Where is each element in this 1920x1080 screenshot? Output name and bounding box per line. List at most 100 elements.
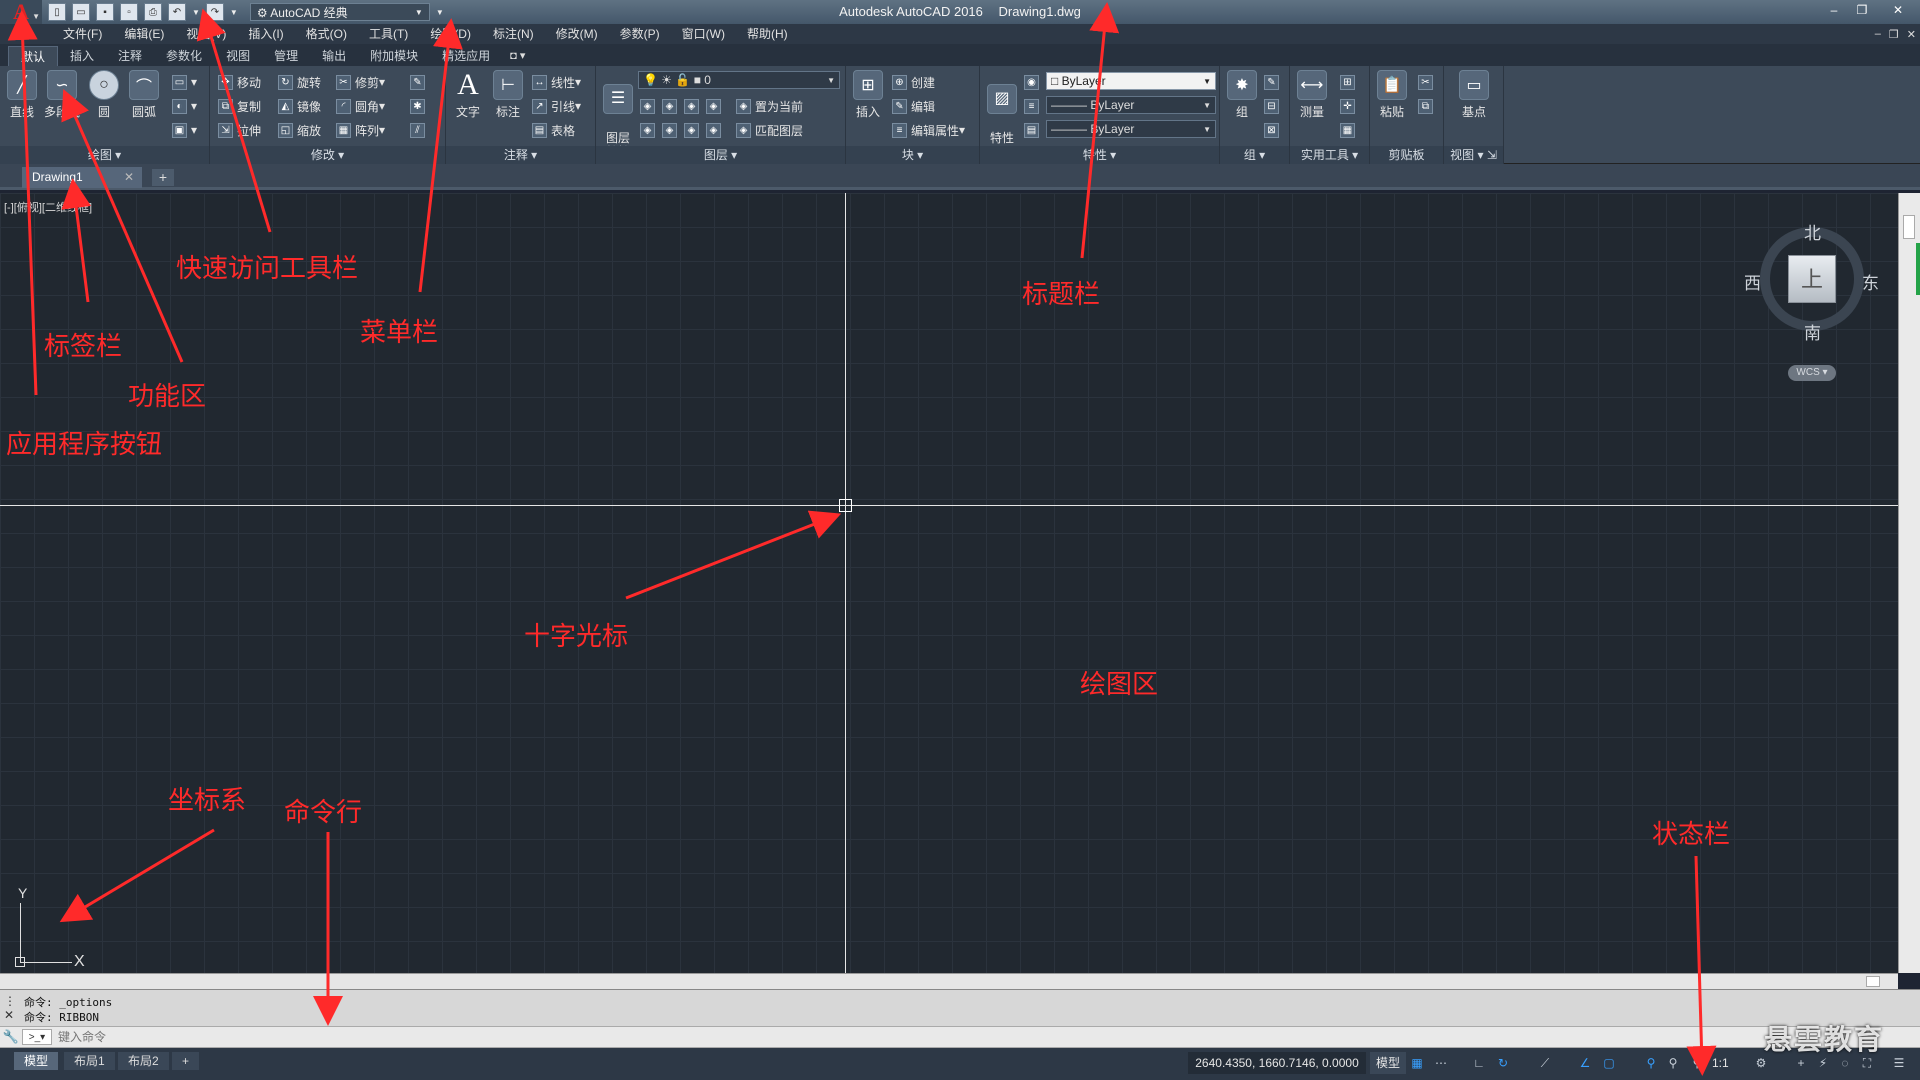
region-button[interactable]: ▣ ▾ (172, 120, 197, 140)
close-button[interactable]: ✕ (1876, 0, 1920, 20)
new-tab-button[interactable]: + (152, 169, 174, 186)
horizontal-scroll-thumb[interactable] (1866, 976, 1880, 987)
transparency-icon-button[interactable]: ▤ (1024, 120, 1043, 140)
object-snap-tracking-icon[interactable]: ∠ (1576, 1054, 1594, 1072)
compass-north[interactable]: 北 (1804, 219, 1821, 244)
compass-east[interactable]: 东 (1862, 269, 1879, 294)
hatch-button[interactable]: ◐ ▾ (172, 96, 197, 116)
circle-button[interactable]: ○ 圆 (84, 70, 124, 120)
horizontal-scrollbar[interactable] (0, 973, 1898, 989)
layer-tool-6[interactable]: ◈ (662, 120, 681, 140)
close-icon[interactable]: ✕ (124, 167, 134, 188)
match-layer-button[interactable]: ◈ 匹配图层 (736, 120, 803, 140)
open-icon[interactable]: ▭ (72, 3, 90, 21)
tab-insert[interactable]: 插入 (58, 46, 106, 66)
layer-tool-7[interactable]: ◈ (684, 120, 703, 140)
layer-tool-8[interactable]: ◈ (706, 120, 725, 140)
annotation-scale-icon[interactable]: ⚲ (1688, 1054, 1706, 1072)
create-block-button[interactable]: ⊕ 创建 (892, 72, 935, 92)
layer-tool-3[interactable]: ◈ (684, 96, 703, 116)
line-button[interactable]: ╱ 直线 (2, 70, 42, 120)
object-snap-icon[interactable]: ▢ (1600, 1054, 1618, 1072)
saveas-icon[interactable]: ▫ (120, 3, 138, 21)
menu-help[interactable]: 帮助(H) (736, 24, 799, 44)
workspace-select[interactable]: ⚙ AutoCAD 经典 ▼ (249, 3, 430, 21)
edit-attributes-button[interactable]: ≡ 编辑属性 ▾ (892, 120, 965, 140)
undo-dropdown-icon[interactable]: ▼ (192, 8, 200, 17)
panel-groups-label[interactable]: 组 ▾ (1220, 146, 1289, 164)
fillet-button[interactable]: ◜ 圆角 ▾ (336, 96, 385, 116)
move-button[interactable]: ✥ 移动 (218, 72, 261, 92)
tab-output[interactable]: 输出 (310, 46, 358, 66)
layer-tool-2[interactable]: ◈ (662, 96, 681, 116)
grid-icon[interactable]: ▦ (1408, 1054, 1426, 1072)
paste-button[interactable]: 📋 粘贴 (1372, 70, 1412, 120)
dimension-button[interactable]: ⊢ 标注 (488, 70, 528, 120)
annotation-visibility-icon[interactable]: ⚲ (1642, 1054, 1660, 1072)
ungroup-button[interactable]: ⊟ (1264, 96, 1283, 116)
print-icon[interactable]: ⎙ (144, 3, 162, 21)
edit-block-button[interactable]: ✎ 编辑 (892, 96, 935, 116)
command-input[interactable] (58, 1030, 1558, 1044)
annotation-scale-value[interactable]: 1:1 (1712, 1052, 1729, 1074)
text-button[interactable]: A 文字 (448, 68, 488, 120)
viewport-controls[interactable]: [-][俯视][二维线框] (4, 199, 92, 215)
close-icon[interactable]: ⋮ ✕ (4, 994, 18, 1024)
menu-format[interactable]: 格式(O) (295, 24, 358, 44)
menu-draw[interactable]: 绘图(D) (419, 24, 482, 44)
isodraft-icon[interactable]: ⟋ (1536, 1054, 1554, 1072)
arc-button[interactable]: ⌒ 圆弧 (124, 70, 164, 120)
ortho-icon[interactable]: ∟ (1470, 1054, 1488, 1072)
trim-button[interactable]: ✂ 修剪 ▾ (336, 72, 385, 92)
panel-properties-label[interactable]: 特性 ▾ (980, 146, 1219, 164)
menu-tools[interactable]: 工具(T) (358, 24, 419, 44)
color-select[interactable]: □ ByLayer ▼ (1046, 72, 1216, 90)
wrench-icon[interactable]: 🔧 (0, 1029, 22, 1045)
new-icon[interactable]: ▯ (48, 3, 66, 21)
menu-parametric[interactable]: 参数(P) (609, 24, 671, 44)
stretch-button[interactable]: ⇲ 拉伸 (218, 120, 261, 140)
panel-layers-label[interactable]: 图层 ▾ (596, 146, 845, 164)
lineweight-select[interactable]: ——— ByLayer ▼ (1046, 120, 1216, 138)
add-layout-button[interactable]: + (172, 1052, 200, 1070)
layer-tool-4[interactable]: ◈ (706, 96, 725, 116)
linetype-icon-button[interactable]: ≡ (1024, 96, 1043, 116)
panel-view-label[interactable]: 视图 ▾ ⇲ (1444, 146, 1503, 164)
viewcube-top-face[interactable]: 上 (1788, 255, 1836, 303)
menu-file[interactable]: 文件(F) (52, 24, 113, 44)
application-button[interactable]: A ▼ (0, 0, 42, 24)
vertical-scroll-thumb[interactable] (1903, 215, 1915, 239)
command-prompt-icon[interactable]: >_▾ (22, 1029, 52, 1045)
copy-button[interactable]: ⧉ 复制 (218, 96, 261, 116)
restore-button[interactable]: ❐ (1848, 0, 1876, 20)
doc-restore-button[interactable]: ❐ (1889, 28, 1899, 41)
file-tab-drawing1[interactable]: Drawing1 ✕ (22, 167, 142, 188)
tab-manage[interactable]: 管理 (262, 46, 310, 66)
menu-edit[interactable]: 编辑(E) (113, 24, 175, 44)
table-button[interactable]: ▤ 表格 (532, 120, 575, 140)
qat-customize-icon[interactable]: ▼ (436, 8, 444, 17)
insert-block-button[interactable]: ⊞ 插入 (848, 70, 888, 120)
layout-tab-layout2[interactable]: 布局2 (118, 1052, 169, 1070)
linetype-select[interactable]: ——— ByLayer ▼ (1046, 96, 1216, 114)
redo-dropdown-icon[interactable]: ▼ (230, 8, 238, 17)
menu-dimension[interactable]: 标注(N) (482, 24, 545, 44)
ribbon-minimize-icon[interactable]: ◘ ▾ (502, 46, 533, 66)
linear-button[interactable]: ↔ 线性 ▾ (532, 72, 581, 92)
tab-annotate[interactable]: 注释 (106, 46, 154, 66)
auto-scale-icon[interactable]: ⚲ (1664, 1054, 1682, 1072)
redo-icon[interactable]: ↷ (205, 3, 224, 21)
color-wheel-button[interactable]: ◉ (1024, 72, 1043, 92)
undo-icon[interactable]: ↶ (168, 3, 186, 21)
copy-clip-button[interactable]: ⧉ (1418, 96, 1437, 116)
panel-block-label[interactable]: 块 ▾ (846, 146, 979, 164)
quickcalc-button[interactable]: ⊞ (1340, 72, 1359, 92)
save-icon[interactable]: ▪ (96, 3, 114, 21)
calculator-button[interactable]: ▦ (1340, 120, 1359, 140)
vertical-scrollbar[interactable] (1898, 193, 1920, 973)
model-space-button[interactable]: 模型 (1370, 1052, 1407, 1074)
explode-button[interactable]: ✱ (410, 96, 429, 116)
doc-minimize-button[interactable]: – (1875, 28, 1881, 40)
tab-featured-apps[interactable]: 精选应用 (430, 46, 502, 66)
array-button[interactable]: ▦ 阵列 ▾ (336, 120, 385, 140)
